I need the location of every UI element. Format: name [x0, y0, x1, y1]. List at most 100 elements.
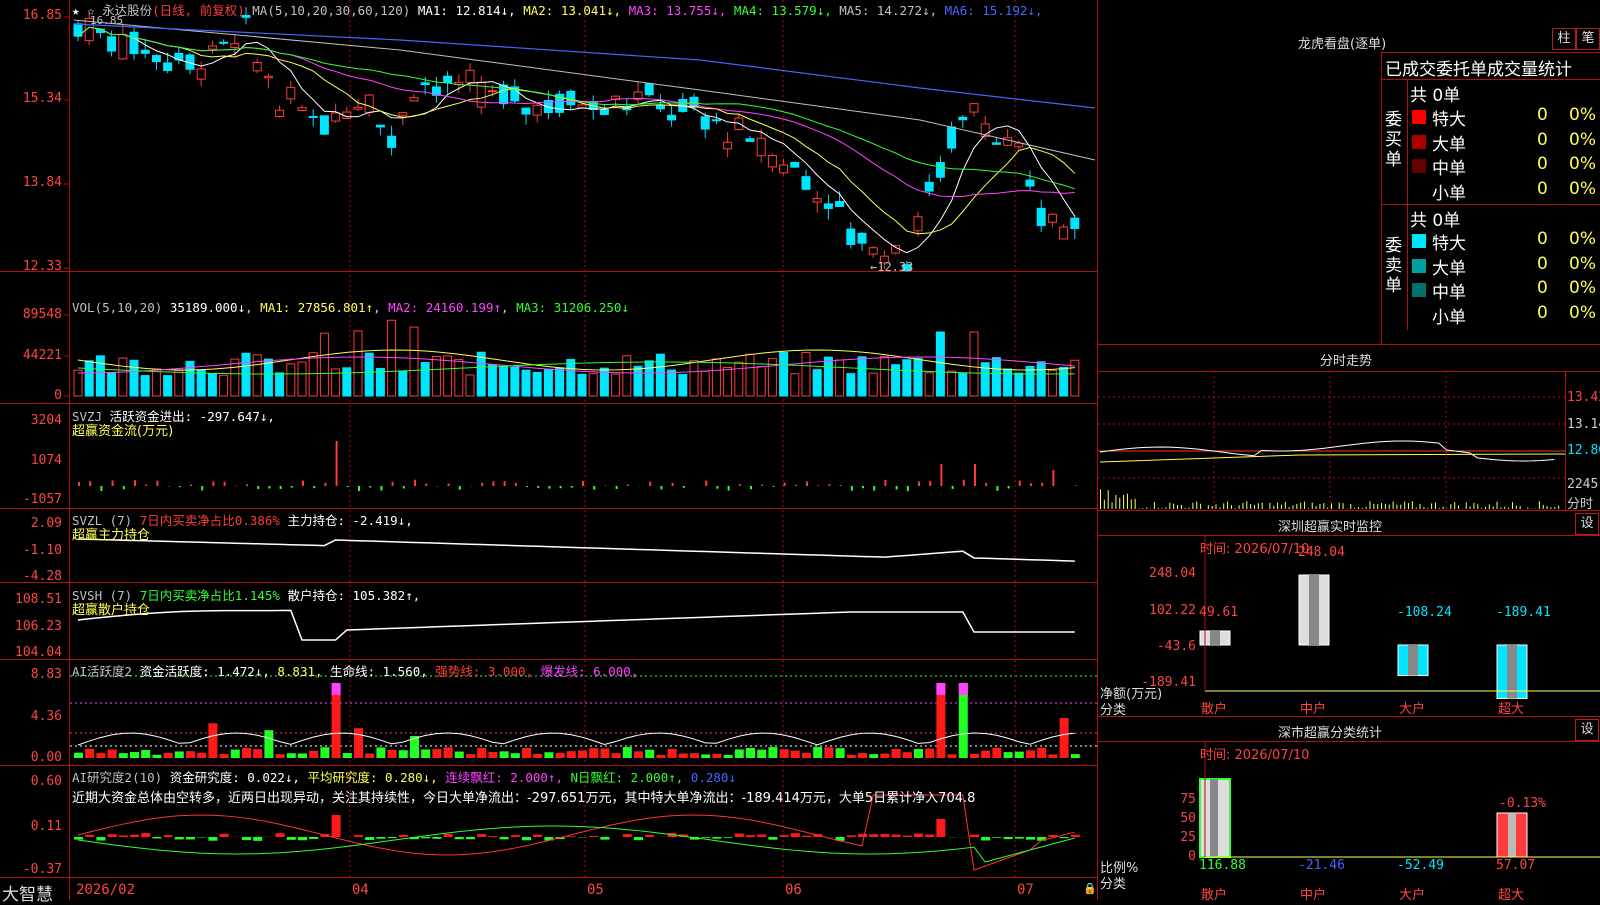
- ma-value-3: MA3: 13.755↓,: [629, 3, 734, 18]
- fenshi-vol-bar: [1212, 506, 1213, 509]
- candle-body: [108, 37, 116, 51]
- y-tick-vol-2: 0: [0, 388, 62, 403]
- svzj-bar: [716, 486, 718, 489]
- monitor-bar-shade: [1309, 575, 1319, 645]
- fenshi-vol-bar: [1404, 502, 1405, 509]
- fenshi-vol-bar: [1427, 508, 1428, 509]
- vol-bar: [399, 371, 407, 396]
- fenshi-vol-bar: [1450, 504, 1451, 509]
- svzj-bar: [593, 486, 595, 490]
- vol-bar: [556, 368, 564, 396]
- sell-row-pct-0: 0%: [1569, 229, 1596, 249]
- vol-bar: [712, 359, 720, 396]
- ai1-bar: [981, 751, 990, 758]
- ai2-bar: [276, 833, 285, 837]
- y-tick-svzj-2: -1057: [0, 492, 62, 507]
- monitor-title: 深圳超赢实时监控: [1278, 516, 1382, 535]
- svzj-bar: [548, 486, 550, 489]
- svsh-line: [78, 610, 1075, 640]
- buy-row-count-3: 0: [1537, 179, 1548, 199]
- ai1-bar: [343, 753, 352, 758]
- monitor-settings-button[interactable]: 设: [1575, 513, 1599, 535]
- sell-row-swatch-1: [1412, 259, 1426, 273]
- fenshi-vol-bar: [1416, 507, 1417, 509]
- ma-value-1: MA1: 12.814↓,: [418, 3, 523, 18]
- fenshi-vol-bar: [1550, 507, 1551, 509]
- svzj-bar: [302, 481, 304, 486]
- vol-ma1: [78, 350, 1075, 370]
- candle-body: [388, 136, 396, 147]
- fenshi-vol-bar: [1119, 498, 1120, 509]
- lock-icon[interactable]: 🔒: [1083, 882, 1097, 895]
- svzj-bar: [179, 486, 181, 487]
- fenshi-vol-bar: [1547, 506, 1548, 509]
- svzj-bar: [156, 481, 158, 486]
- buy-row-name-1: 大单: [1432, 130, 1466, 155]
- ai1-bar: [208, 723, 217, 758]
- fenshi-vol-bar: [1558, 506, 1559, 509]
- svsh-pct: 7日内买卖净占比1.145%: [140, 588, 280, 603]
- ai1-bar: [903, 752, 912, 758]
- main-chart-header: ★ ☆ 永达股份(日线, 前复权) MA(5,10,20,30,60,120) …: [72, 0, 1042, 19]
- fenshi-vol-bar: [1269, 503, 1270, 509]
- vol-bar: [522, 370, 530, 396]
- fenshi-vol-bar: [1312, 503, 1313, 509]
- monitor-value-3: -189.41: [1496, 605, 1551, 620]
- class-value-2: -52.49: [1397, 858, 1444, 873]
- ma-header: MA(5,10,20,30,60,120): [252, 3, 410, 18]
- svzj-bar: [134, 480, 136, 486]
- class-tick-0: 75: [1150, 792, 1196, 807]
- sell-row-swatch-2: [1412, 283, 1426, 297]
- svzj-bar: [918, 482, 920, 486]
- class-settings-button[interactable]: 设: [1575, 719, 1599, 741]
- y-tick-svsh-1: 106.23: [0, 619, 62, 634]
- ai2-bar: [477, 834, 486, 837]
- vol-bar: [1004, 369, 1012, 396]
- svzj-bar: [963, 480, 965, 486]
- ma-line-10: [78, 27, 1075, 234]
- candle-body: [936, 163, 944, 178]
- bar-mode-button[interactable]: 柱: [1552, 28, 1576, 50]
- ai2-bar: [791, 833, 800, 837]
- candle-body: [354, 107, 362, 109]
- fenshi-vol-bar: [1439, 508, 1440, 509]
- tick-mode-button[interactable]: 笔: [1576, 28, 1600, 50]
- buy-side-label: 委买单: [1385, 110, 1403, 170]
- month-label-1: 04: [352, 882, 369, 898]
- fenshi-vol-bar: [1131, 500, 1132, 509]
- ai1-bar: [119, 753, 128, 758]
- fenshi-vol-bar: [1412, 501, 1413, 509]
- period-label[interactable]: (日线, 前复权): [152, 3, 245, 18]
- ai2-bar: [96, 837, 105, 841]
- ai1-bar: [197, 753, 206, 758]
- monitor-value-2: -108.24: [1397, 605, 1452, 620]
- fenshi-vol-bar: [1466, 502, 1467, 509]
- fenshi-vol: 2245: [1567, 477, 1598, 492]
- fenshi-vol-bar: [1104, 500, 1105, 509]
- ai1-bar: [309, 751, 318, 758]
- y-tick-vol-0: 89548: [0, 307, 62, 322]
- svzj-bar: [728, 486, 730, 490]
- fenshi-vol-bar: [1169, 503, 1170, 509]
- ai2-comment: 近期大资金总体由空转多，近两日出现异动，关注其持续性，今日大单净流出：-297.…: [72, 787, 1096, 806]
- vol-bar: [746, 354, 754, 396]
- class-cat-3: 超大: [1498, 884, 1524, 903]
- candle-body: [298, 108, 306, 111]
- vol-bar: [533, 372, 541, 396]
- vol-bar: [1015, 373, 1023, 396]
- ai2-bar: [421, 837, 430, 838]
- month-label-0: 2026/02: [76, 882, 135, 898]
- ai1-bar: [712, 754, 721, 758]
- fenshi-vol-bar: [1396, 505, 1397, 509]
- vol-bar: [477, 352, 485, 396]
- vol-bar: [589, 374, 597, 396]
- ai2-header: AI研究度2(10) 资金研究度: 0.022↓, 平均研究度: 0.280↓,…: [72, 767, 736, 786]
- fenshi-vol-bar: [1308, 508, 1309, 509]
- vol-bar: [802, 353, 810, 396]
- svzj-bar: [145, 484, 147, 486]
- fenshi-vol-bar: [1185, 508, 1186, 509]
- fenshi-vol-bar: [1485, 507, 1486, 509]
- monitor-bar-shade: [1408, 645, 1418, 676]
- fenshi-vol-bar: [1373, 504, 1374, 509]
- buy-row-count-1: 0: [1537, 130, 1548, 150]
